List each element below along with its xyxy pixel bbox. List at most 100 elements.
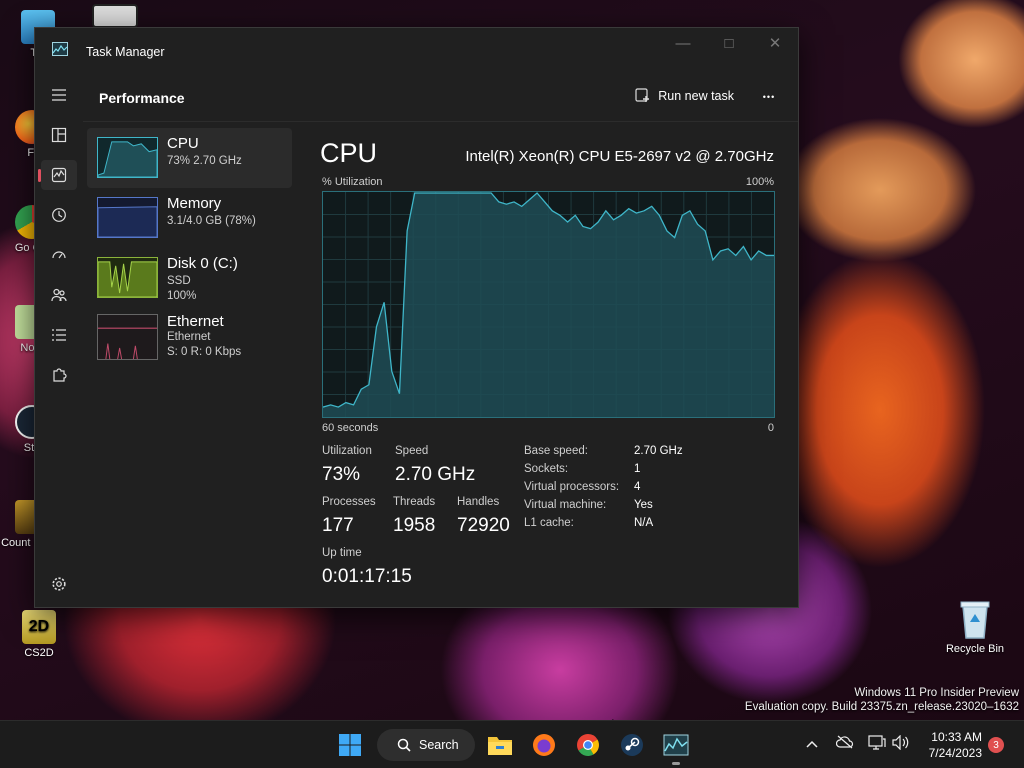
network-button[interactable] [868,735,886,753]
desktop-icon-recycle-bin[interactable]: Recycle Bin [944,598,1006,655]
hamburger-menu-button[interactable] [41,80,77,110]
clock-time: 10:33 AM [931,730,982,744]
nav-details[interactable] [41,320,77,350]
maximize-button[interactable]: □ [706,28,752,58]
resource-detail: Ethernet [167,331,211,343]
run-new-task-button[interactable]: Run new task [635,88,734,103]
folder-icon [488,737,512,755]
processes-label: Processes [322,496,376,508]
minimize-button[interactable]: — [660,28,706,58]
insider-watermark: Windows 11 Pro Insider Preview Evaluatio… [745,686,1019,714]
show-hidden-icons-button[interactable] [806,735,818,751]
steam-icon [621,734,643,756]
task-manager-app-icon [52,42,68,56]
cloud-offline-icon [835,735,854,749]
uptime-value: 0:01:17:15 [322,566,412,587]
title-bar[interactable]: Task Manager — □ ✕ [35,28,798,72]
resource-name: Ethernet [167,313,224,330]
handles-label: Handles [457,496,500,508]
speed-value: 2.70 GHz [395,464,476,485]
processes-value: 177 [322,515,354,536]
watermark-line-1: Windows 11 Pro Insider Preview [854,687,1019,699]
hamburger-icon [52,89,66,101]
cpu-model: Intel(R) Xeon(R) CPU E5-2697 v2 @ 2.70GH… [465,148,774,165]
resource-disk[interactable]: Disk 0 (C:) SSD 100% [87,248,292,308]
spec-value: N/A [634,517,654,529]
taskbar-steam[interactable] [618,731,646,759]
resource-cpu[interactable]: CPU 73% 2.70 GHz [87,128,292,188]
spec-label: L1 cache: [524,517,574,529]
search-icon [397,738,411,752]
spec-value: Yes [634,499,653,511]
search-label: Search [419,738,459,752]
resource-name: CPU [167,135,199,152]
nav-users[interactable] [41,280,77,310]
taskbar-chrome[interactable] [574,731,602,759]
start-button[interactable] [336,731,364,759]
resource-detail: 3.1/4.0 GB (78%) [167,215,256,227]
spec-label: Base speed: [524,445,588,457]
run-task-icon [635,88,650,102]
nav-app-history[interactable] [41,200,77,230]
spec-value: 4 [634,481,641,493]
window-title: Task Manager [86,45,165,59]
nav-processes[interactable] [41,120,77,150]
nav-performance[interactable] [38,160,77,190]
spec-value: 2.70 GHz [634,445,683,457]
details-list-icon [52,329,66,341]
utilization-label: Utilization [322,445,372,457]
resource-name: Memory [167,195,222,212]
cs2d-icon: 2D [22,610,56,644]
nav-services[interactable] [41,360,77,390]
more-icon: ••• [762,92,776,102]
taskbar-file-explorer[interactable] [486,731,514,759]
taskbar: Search 10:33 AM 7/24/2023 3 [0,720,1024,768]
spec-label: Virtual machine: [524,499,607,511]
resource-name: Disk 0 (C:) [167,255,238,272]
spec-label: Virtual processors: [524,481,620,493]
detail-title: CPU [320,138,378,168]
volume-button[interactable] [892,734,910,753]
handles-value: 72920 [457,515,510,536]
graph-y-max: 100% [745,176,774,188]
taskbar-task-manager[interactable] [662,731,690,759]
chevron-up-icon [806,740,818,748]
resource-detail: SSD [167,275,191,287]
page-title: Performance [99,90,185,106]
taskbar-firefox[interactable] [530,731,558,759]
history-icon [52,208,66,222]
threads-value: 1958 [393,515,436,536]
task-manager-window: Task Manager — □ ✕ Performance Run new t… [34,27,799,608]
gear-icon [52,577,66,591]
cpu-thumbnail-graph [97,137,158,178]
onedrive-button[interactable] [835,735,854,752]
clock-date: 7/24/2023 [928,746,982,760]
resource-memory[interactable]: Memory 3.1/4.0 GB (78%) [87,188,292,248]
nav-settings[interactable] [41,569,77,599]
ethernet-thumbnail-graph [97,314,158,360]
recycle-bin-icon [960,601,990,639]
close-button[interactable]: ✕ [752,28,798,58]
threads-label: Threads [393,496,436,508]
taskbar-clock[interactable]: 10:33 AM 7/24/2023 [929,729,982,761]
windows-logo-icon [339,734,361,756]
resource-ethernet[interactable]: Ethernet Ethernet S: 0 R: 0 Kbps [87,313,292,374]
nav-startup-apps[interactable] [41,240,77,270]
graph-x-min: 0 [767,422,774,434]
taskbar-search-button[interactable]: Search [377,729,475,761]
disk-thumbnail-graph [97,257,158,298]
desktop-icon-label: CS2D [24,647,54,659]
uptime-label: Up time [322,547,362,559]
notification-badge[interactable]: 3 [988,737,1004,753]
graph-y-label: % Utilization [322,176,383,188]
desktop-icon-cs2d[interactable]: 2D CS2D [7,610,71,659]
resource-list: CPU 73% 2.70 GHz Memory 3.1/4.0 GB (78%)… [87,128,292,374]
more-options-button[interactable]: ••• [756,84,782,110]
users-icon [51,288,67,302]
minimize-icon: — [675,34,691,52]
puzzle-icon [53,368,67,382]
task-manager-icon [663,734,689,756]
spec-value: 1 [634,463,641,475]
chrome-icon [577,734,599,756]
close-icon: ✕ [768,35,782,52]
